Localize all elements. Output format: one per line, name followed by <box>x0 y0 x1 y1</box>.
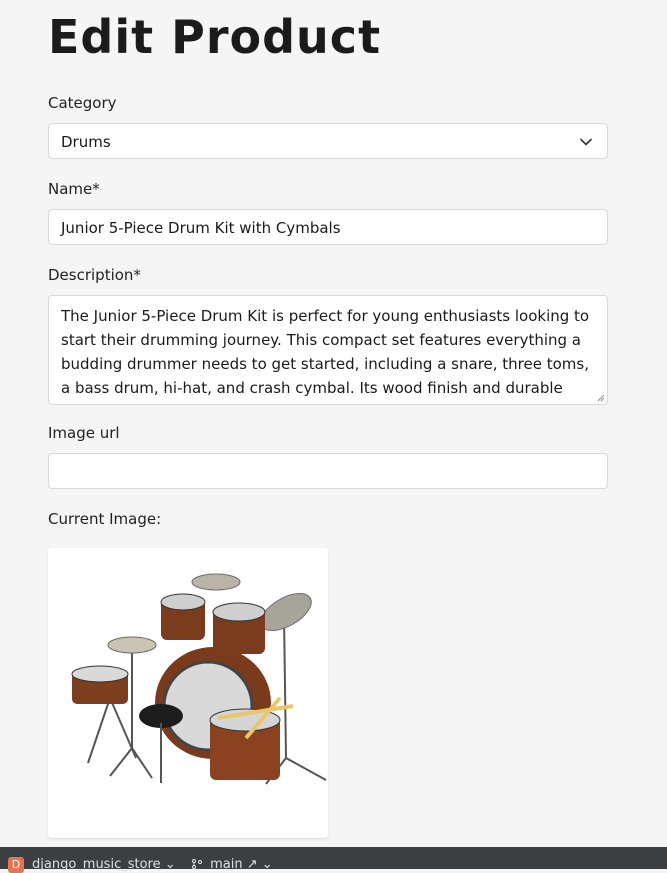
product-image <box>48 548 328 838</box>
name-label: Name* <box>48 180 100 198</box>
image-url-label: Image url <box>48 424 120 442</box>
category-label: Category <box>48 94 117 112</box>
project-badge: D <box>8 857 24 873</box>
branch-name: main ↗ ⌄ <box>210 857 273 872</box>
current-image-label: Current Image: <box>48 510 162 528</box>
image-url-input[interactable] <box>48 453 608 489</box>
name-input[interactable]: Junior 5-Piece Drum Kit with Cymbals <box>48 209 608 245</box>
drum-kit-image <box>71 573 327 785</box>
category-value: Drums <box>61 133 111 151</box>
project-name[interactable]: django_music_store ⌄ <box>32 857 176 872</box>
name-value: Junior 5-Piece Drum Kit with Cymbals <box>61 219 341 237</box>
description-textarea[interactable]: The Junior 5-Piece Drum Kit is perfect f… <box>48 295 608 405</box>
branch-icon <box>192 859 202 869</box>
page-title: Edit Product <box>48 10 382 64</box>
status-bar: D django_music_store ⌄ main ↗ ⌄ <box>0 847 667 873</box>
category-select[interactable]: Drums <box>48 123 608 159</box>
description-label: Description* <box>48 266 141 284</box>
resize-handle-icon[interactable] <box>597 394 605 402</box>
chevron-down-icon <box>580 138 592 146</box>
description-text: The Junior 5-Piece Drum Kit is perfect f… <box>61 307 590 404</box>
branch-selector[interactable]: main ↗ ⌄ <box>192 857 273 872</box>
